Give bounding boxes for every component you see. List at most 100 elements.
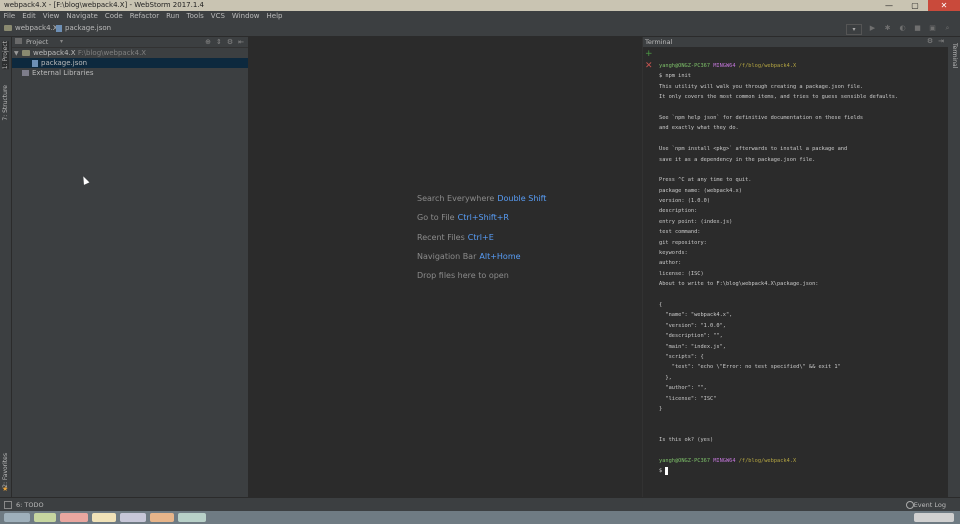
prompt-path: /f/blog/webpack4.X — [738, 457, 797, 464]
taskbar-tray[interactable] — [914, 513, 954, 522]
menu-navigate[interactable]: Navigate — [63, 11, 101, 22]
taskbar-app[interactable] — [150, 513, 174, 522]
terminal-line: "version": "1.0.0", — [659, 322, 726, 329]
terminal-line: save it as a dependency in the package.j… — [659, 156, 816, 163]
hint-label: Go to File — [417, 213, 455, 222]
search-icon[interactable]: ⌕ — [943, 24, 952, 33]
coverage-icon[interactable]: ◐ — [898, 24, 907, 33]
hint-shortcut: Double Shift — [497, 194, 547, 203]
status-bar: 6: TODO Event Log — [0, 497, 960, 512]
prompt-user: yangh@ONGZ-PC367 — [659, 63, 714, 69]
terminal-line: Use `npm install <pkg>` afterwards to in… — [659, 146, 848, 153]
menu-tools[interactable]: Tools — [183, 11, 207, 22]
right-tool-stripe: Terminal — [948, 37, 960, 497]
new-session-icon[interactable]: + — [645, 49, 653, 59]
menu-file[interactable]: File — [0, 11, 19, 22]
terminal-input-line[interactable]: $ — [659, 466, 944, 476]
terminal-output[interactable]: yangh@ONGZ-PC367 MINGW64 /f/blog/webpack… — [659, 61, 944, 477]
json-file-icon — [32, 59, 38, 67]
terminal-line: test command: — [659, 229, 701, 236]
tree-item-label: package.json — [41, 59, 88, 67]
target-icon[interactable]: ⊕ — [205, 38, 211, 46]
menu-help[interactable]: Help — [263, 11, 286, 22]
menu-run[interactable]: Run — [163, 11, 183, 22]
gear-icon[interactable]: ⚙ — [927, 37, 933, 45]
terminal-line: author: — [659, 260, 682, 267]
tree-item-path: F:\blog\webpack4.X — [77, 49, 147, 57]
todo-tool-tab[interactable]: 6: TODO — [16, 501, 44, 509]
library-icon — [22, 70, 29, 76]
close-window-button[interactable]: ✕ — [928, 0, 960, 11]
tree-item-project-root[interactable]: ▼ webpack4.X F:\blog\webpack4.X — [12, 48, 248, 58]
prompt-host: MINGW64 — [713, 63, 739, 69]
breadcrumb-file-label: package.json — [65, 24, 112, 32]
terminal-title: Terminal — [645, 38, 673, 46]
menu-refactor[interactable]: Refactor — [126, 11, 162, 22]
stop-icon[interactable]: ■ — [913, 24, 922, 33]
menu-window[interactable]: Window — [228, 11, 263, 22]
vcs-icon[interactable]: ▣ — [928, 24, 937, 33]
window-controls: — ▢ ✕ — [876, 0, 960, 11]
navigation-bar: webpack4.X package.json ▾ ▶ ✱ ◐ ■ ▣ ⌕ — [0, 22, 960, 37]
tree-item-package-json[interactable]: package.json — [12, 58, 248, 68]
terminal-line: "description": "", — [659, 333, 723, 340]
taskbar-app[interactable] — [120, 513, 146, 522]
terminal-line: This utility will walk you through creat… — [659, 83, 864, 90]
taskbar-app[interactable] — [4, 513, 30, 522]
favorites-tool-tab[interactable]: 2: Favorites — [2, 453, 9, 488]
taskbar-app[interactable] — [34, 513, 56, 522]
run-config-dropdown[interactable]: ▾ — [846, 24, 862, 35]
menu-bar: File Edit View Navigate Code Refactor Ru… — [0, 11, 960, 22]
menu-code[interactable]: Code — [101, 11, 126, 22]
project-view-selector[interactable]: Project — [26, 38, 48, 46]
left-tool-stripe: 1: Project 7: Structure 2: Favorites ★ — [0, 37, 12, 497]
layout-icon[interactable] — [4, 501, 12, 509]
terminal-line: Is this ok? (yes) — [659, 437, 714, 444]
minimize-button[interactable]: — — [876, 0, 902, 11]
structure-tool-tab[interactable]: 7: Structure — [2, 85, 9, 121]
run-icon[interactable]: ▶ — [868, 24, 877, 33]
menu-edit[interactable]: Edit — [19, 11, 40, 22]
menu-vcs[interactable]: VCS — [207, 11, 228, 22]
terminal-line: About to write to F:\blog\webpack4.X\pac… — [659, 281, 819, 288]
breadcrumb-file[interactable]: package.json — [56, 24, 111, 32]
project-view-icon — [15, 38, 22, 44]
run-toolbar: ▾ ▶ ✱ ◐ ■ ▣ ⌕ — [846, 24, 952, 35]
hint-drop-files: Drop files here to open — [417, 271, 509, 280]
terminal-prompt: yangh@ONGZ-PC367 MINGW64 /f/blog/webpack… — [659, 61, 944, 71]
gear-icon[interactable]: ⚙ — [227, 38, 233, 46]
editor-area[interactable]: Search Everywhere Double Shift Go to File… — [248, 37, 641, 497]
breadcrumb-project[interactable]: webpack4.X — [4, 24, 58, 32]
terminal-side-toolbar: + ✕ — [643, 47, 655, 497]
close-session-icon[interactable]: ✕ — [645, 61, 653, 71]
terminal-tool-tab[interactable]: Terminal — [951, 43, 958, 68]
chevron-down-icon[interactable]: ▾ — [60, 38, 63, 45]
terminal-line: license: (ISC) — [659, 270, 704, 277]
terminal-tools: ⚙ ⇥ — [927, 37, 944, 45]
debug-icon[interactable]: ✱ — [883, 24, 892, 33]
tree-item-label: webpack4.X — [33, 49, 76, 57]
window-title: webpack4.X - [F:\blog\webpack4.X] - WebS… — [4, 1, 204, 9]
hide-icon[interactable]: ⇥ — [938, 37, 944, 45]
hint-label: Recent Files — [417, 233, 465, 242]
taskbar-app[interactable] — [92, 513, 116, 522]
terminal-line: Press ^C at any time to quit. — [659, 177, 752, 184]
event-log-tab[interactable]: Event Log — [914, 501, 946, 509]
taskbar-app[interactable] — [178, 513, 206, 522]
collapse-icon[interactable]: ⇕ — [216, 38, 222, 46]
taskbar-app[interactable] — [60, 513, 88, 522]
menu-view[interactable]: View — [39, 11, 63, 22]
hint-navigation-bar: Navigation Bar Alt+Home — [417, 252, 521, 261]
terminal-line: keywords: — [659, 250, 688, 257]
hint-shortcut: Alt+Home — [479, 252, 521, 261]
tree-item-external-libraries[interactable]: External Libraries — [12, 68, 248, 78]
hide-icon[interactable]: ⇤ — [238, 38, 244, 46]
project-tool-tab[interactable]: 1: Project — [2, 41, 9, 70]
maximize-button[interactable]: ▢ — [902, 0, 928, 11]
prompt-host: MINGW64 — [713, 457, 739, 464]
